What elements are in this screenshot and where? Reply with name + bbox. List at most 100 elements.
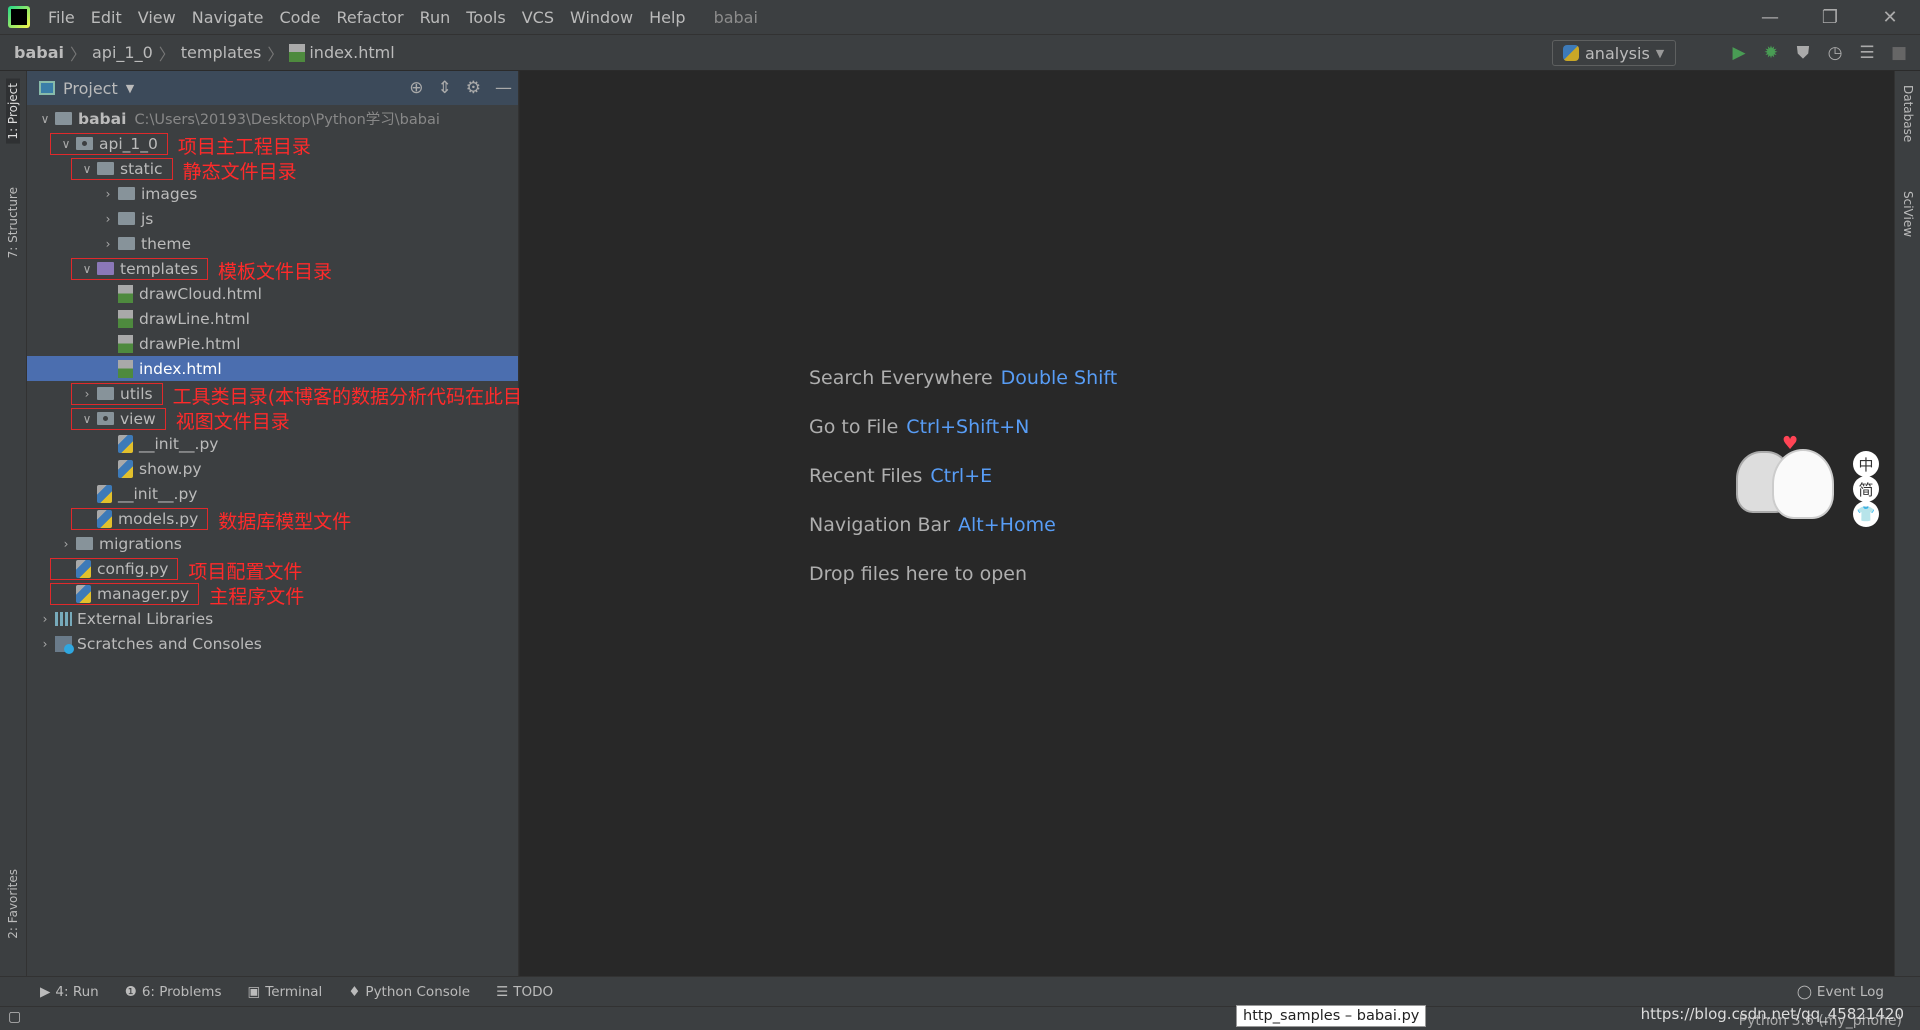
- bottom-tool-bar: ▶ 4: Run ❶ 6: Problems ▣ Terminal ♦ Python C…: [0, 976, 1920, 1006]
- breadcrumb-babai[interactable]: babai: [14, 43, 64, 62]
- tree-item-label: theme: [141, 234, 192, 253]
- tree-item[interactable]: show.py: [27, 456, 518, 481]
- tree-item[interactable]: config.py 项目配置文件: [27, 556, 518, 583]
- menu-vcs[interactable]: VCS: [514, 8, 562, 27]
- tree-item-label: js: [141, 209, 154, 228]
- breadcrumb-api[interactable]: api_1_0: [92, 43, 153, 62]
- tab-terminal[interactable]: ▣ Terminal: [247, 984, 322, 1000]
- menu-navigate[interactable]: Navigate: [184, 8, 272, 27]
- run-icon[interactable]: ▶: [1728, 43, 1750, 63]
- tree-item[interactable]: index.html: [27, 356, 518, 381]
- ime-skin-button[interactable]: 👕: [1853, 501, 1879, 527]
- hide-icon[interactable]: —: [495, 78, 512, 98]
- tab-python-console[interactable]: ♦ Python Console: [348, 984, 470, 1000]
- tree-item[interactable]: › js: [27, 206, 518, 231]
- restore-button[interactable]: ❐: [1800, 0, 1860, 35]
- close-button[interactable]: ✕: [1860, 0, 1920, 35]
- menu-help[interactable]: Help: [641, 8, 693, 27]
- tree-item-label: External Libraries: [77, 609, 214, 628]
- editor-hint: Search Everywhere Double Shift: [809, 367, 1117, 389]
- tab-run[interactable]: ▶ 4: Run: [40, 984, 99, 1000]
- status-bar: ▢ Python 3.6 (my_phone) https://blog.csd…: [0, 1005, 1920, 1030]
- chevron-down-icon[interactable]: ∨: [77, 262, 97, 276]
- tree-item-label: utils: [120, 384, 153, 403]
- menu-window[interactable]: Window: [562, 8, 641, 27]
- tree-item-label: templates: [120, 259, 199, 278]
- tree-item[interactable]: › images: [27, 181, 518, 206]
- breadcrumb-index[interactable]: index.html: [309, 43, 394, 62]
- chevron-right-icon[interactable]: ›: [98, 212, 118, 226]
- tab-database[interactable]: Database: [1901, 85, 1915, 142]
- menu-view[interactable]: View: [130, 8, 184, 27]
- annotation-box: manager.py: [49, 582, 200, 605]
- tree-root[interactable]: ∨ babai C:\Users\20193\Desktop\Python学习\…: [27, 106, 518, 131]
- python-file-icon: [118, 459, 133, 478]
- event-log-button[interactable]: ◯ Event Log: [1797, 984, 1884, 1000]
- tree-item-label: static: [120, 159, 163, 178]
- tree-item[interactable]: ∨ static 静态文件目录: [27, 156, 518, 183]
- tree-item[interactable]: ∨ view 视图文件目录: [27, 406, 518, 433]
- tab-structure[interactable]: 7: Structure: [6, 187, 20, 258]
- project-panel-header: Project ▼ ⊕ ⇕ ⚙ —: [27, 71, 518, 105]
- stop-icon[interactable]: ■: [1888, 43, 1910, 63]
- chevron-down-icon[interactable]: ∨: [35, 112, 55, 126]
- tab-todo[interactable]: ☰ TODO: [496, 984, 553, 1000]
- tab-project[interactable]: 1: Project: [6, 79, 20, 144]
- tree-item[interactable]: › theme: [27, 231, 518, 256]
- tree-item[interactable]: ∨ templates 模板文件目录: [27, 256, 518, 283]
- chevron-right-icon[interactable]: ›: [77, 387, 97, 401]
- minimize-button[interactable]: —: [1740, 0, 1800, 35]
- library-icon: [55, 611, 72, 626]
- breadcrumb-templates[interactable]: templates: [181, 43, 262, 62]
- tree-item[interactable]: __init__.py: [27, 431, 518, 456]
- tree-item[interactable]: › Scratches and Consoles: [27, 631, 518, 656]
- toggle-tool-windows-icon[interactable]: ▢: [8, 1009, 21, 1025]
- tree-item-label: drawPie.html: [139, 334, 241, 353]
- chevron-down-icon[interactable]: ∨: [77, 162, 97, 176]
- menu-run[interactable]: Run: [412, 8, 459, 27]
- tree-item[interactable]: drawPie.html: [27, 331, 518, 356]
- run-config-select[interactable]: analysis ▼: [1552, 40, 1676, 66]
- menu-file[interactable]: File: [40, 8, 83, 27]
- tab-sciview[interactable]: SciView: [1901, 191, 1915, 237]
- chevron-right-icon[interactable]: ›: [98, 237, 118, 251]
- concurrency-icon[interactable]: ☰: [1856, 43, 1878, 63]
- tree-item[interactable]: › migrations: [27, 531, 518, 556]
- chevron-right-icon[interactable]: ›: [98, 187, 118, 201]
- coverage-icon[interactable]: ⛊: [1792, 43, 1814, 63]
- tree-item[interactable]: drawLine.html: [27, 306, 518, 331]
- chevron-right-icon[interactable]: ›: [35, 637, 55, 651]
- tree-item[interactable]: models.py 数据库模型文件: [27, 506, 518, 533]
- tree-item[interactable]: › utils 工具类目录(本博客的数据分析代码在此目录的analysis.py文件…: [27, 381, 731, 408]
- menu-refactor[interactable]: Refactor: [328, 8, 411, 27]
- chevron-right-icon[interactable]: ›: [35, 612, 55, 626]
- todo-icon: ☰: [496, 983, 509, 1000]
- editor-hint: Navigation Bar Alt+Home: [809, 514, 1056, 536]
- menu-tools[interactable]: Tools: [458, 8, 513, 27]
- tab-problems[interactable]: ❶ 6: Problems: [125, 984, 222, 1000]
- tree-item[interactable]: __init__.py: [27, 481, 518, 506]
- chevron-right-icon[interactable]: ›: [56, 537, 76, 551]
- tree-item[interactable]: manager.py 主程序文件: [27, 581, 518, 608]
- menu-code[interactable]: Code: [272, 8, 329, 27]
- debug-icon[interactable]: ✹: [1760, 43, 1782, 63]
- locate-icon[interactable]: ⊕: [409, 78, 423, 98]
- gear-icon[interactable]: ⚙: [466, 78, 481, 98]
- hint-shortcut: Alt+Home: [958, 514, 1056, 536]
- project-view-select[interactable]: Project: [63, 79, 118, 98]
- tree-item[interactable]: › External Libraries: [27, 606, 518, 631]
- chevron-down-icon[interactable]: ∨: [77, 412, 97, 426]
- annotation-box: models.py: [70, 507, 209, 530]
- tab-favorites[interactable]: 2: Favorites: [6, 869, 20, 939]
- chevron-down-icon[interactable]: ∨: [56, 137, 76, 151]
- tree-item[interactable]: drawCloud.html: [27, 281, 518, 306]
- profile-icon[interactable]: ◷: [1824, 43, 1846, 63]
- chevron-down-icon[interactable]: ▼: [126, 82, 134, 95]
- collapse-all-icon[interactable]: ⇕: [438, 78, 452, 98]
- editor-area[interactable]: Search Everywhere Double Shift Go to File C…: [520, 71, 1894, 976]
- ime-chinese-button[interactable]: 中: [1853, 451, 1879, 477]
- tree-item[interactable]: ∨ api_1_0 项目主工程目录: [27, 131, 518, 158]
- ime-simplified-button[interactable]: 简: [1853, 476, 1879, 502]
- menu-edit[interactable]: Edit: [83, 8, 130, 27]
- html-file-icon: [118, 334, 133, 353]
